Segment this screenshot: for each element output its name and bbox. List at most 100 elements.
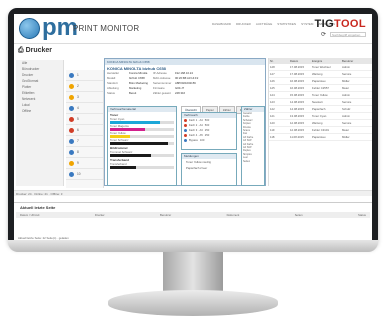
printer-list-item[interactable]: 1: [66, 70, 103, 81]
info-label: Modell: [107, 76, 116, 80]
history-header-cell[interactable]: Status: [358, 213, 366, 217]
history-header-cell[interactable]: Dokument: [227, 213, 240, 217]
info-label: Seriennummer: [153, 81, 172, 85]
info-value: 248.316: [175, 91, 186, 95]
search-input[interactable]: Suchbegriff eingeben: [330, 32, 366, 37]
nav-item[interactable]: DRUCKER: [236, 22, 251, 26]
info-value: Konica Minolta: [129, 71, 148, 75]
printer-list-item[interactable]: 2: [66, 81, 103, 92]
status-dot-icon: [69, 161, 74, 166]
info-value: Bereit: [129, 91, 137, 95]
status-dot-icon: [69, 106, 74, 111]
consumable-level-fill: [110, 166, 137, 169]
table-cell: Service: [342, 72, 352, 76]
table-cell: 13.08.2015: [290, 114, 304, 118]
table-row[interactable]: 122 14.08.2015 Papierfach Schulz: [269, 106, 372, 113]
table-cell: Toner Cyan: [312, 114, 327, 118]
table-row[interactable]: 128 17.08.2015 Toner Wechsel Admin: [269, 64, 372, 71]
status-dot-icon: [69, 73, 74, 78]
paper-tray-value: 500: [204, 119, 210, 122]
app-screen: pm PRINT MONITOR DASHBOARD DRUCKER AUFTRÄG…: [14, 14, 372, 242]
table-row[interactable]: 118 11.08.2015 Papierstau Müller: [269, 134, 372, 141]
info-label: Abteilung: [107, 86, 119, 90]
printer-list-item[interactable]: 7: [66, 136, 103, 147]
message-item: Papierfach 2 leer: [186, 166, 208, 170]
table-header-cell[interactable]: Benutzer: [341, 59, 372, 63]
table-cell: 14.08.2015: [290, 100, 304, 104]
table-cell: Admin: [342, 114, 350, 118]
table-header-cell[interactable]: Ereignis: [311, 59, 341, 63]
sidebar: Alle Bürodrucker Drucker Großformat Plotter E…: [16, 60, 64, 186]
page-title-text: Drucker: [25, 47, 53, 54]
tray-status-icon: [184, 134, 187, 137]
history-header-cell[interactable]: Datum / Uhrzeit: [20, 213, 39, 217]
event-table-body: 128 17.08.2015 Toner Wechsel Admin 127 17.08.…: [269, 64, 372, 141]
table-cell: Service: [342, 100, 352, 104]
table-row[interactable]: 126 16.08.2015 Papierstau Müller: [269, 78, 372, 85]
paper-tray-value: 250: [204, 129, 210, 132]
paper-trays-panel: Verbrauch Fach 1 · A4 500 Fach 2 · A4 500 Fa…: [181, 112, 237, 150]
table-row[interactable]: 124 15.08.2015 Toner Yellow Admin: [269, 92, 372, 99]
table-row[interactable]: 125 16.08.2015 Fehler C2557 Meier: [269, 85, 372, 92]
table-cell: 125: [270, 86, 275, 90]
counter-item: Seiten: [243, 159, 251, 163]
consumable-level-bar: [110, 142, 174, 145]
monitor-stand-neck: [163, 252, 223, 292]
info-value: Marketing: [129, 86, 142, 90]
table-cell: 123: [270, 100, 275, 104]
nav-item[interactable]: AUFTRÄGE: [256, 22, 272, 26]
table-row[interactable]: 127 17.08.2015 Wartung Service: [269, 71, 372, 78]
history-header-cell[interactable]: Seiten: [295, 213, 303, 217]
printer-list-item[interactable]: 10: [66, 169, 103, 180]
table-header-cell[interactable]: Nr.: [269, 59, 289, 63]
printer-list-item[interactable]: 3: [66, 92, 103, 103]
table-cell: Wartung: [312, 121, 323, 125]
nav-item[interactable]: DASHBOARD: [212, 22, 231, 26]
history-header-cell[interactable]: Drucker: [95, 213, 105, 217]
table-header-cell[interactable]: Datum: [289, 59, 311, 63]
consumable-level-fill: [110, 154, 151, 157]
table-row[interactable]: 121 13.08.2015 Toner Cyan Admin: [269, 113, 372, 120]
paper-tray-value: 250: [204, 134, 210, 137]
table-row[interactable]: 120 12.08.2015 Wartung Service: [269, 120, 372, 127]
sidebar-item[interactable]: Offline: [16, 108, 63, 114]
history-header-cell[interactable]: Benutzer: [160, 213, 171, 217]
printer-list-item[interactable]: 5: [66, 114, 103, 125]
refresh-icon[interactable]: ⟳: [321, 31, 326, 38]
info-value: bizhub C658: [129, 76, 145, 80]
table-cell: Papierstau: [312, 79, 326, 83]
nav-item[interactable]: STATISTIKEN: [277, 22, 296, 26]
status-dot-icon: [69, 117, 74, 122]
messages-panel: Meldungen Toner Yellow niedrig Papierfach…: [181, 153, 237, 186]
table-cell: 118: [270, 135, 275, 139]
printer-list-item[interactable]: 9: [66, 158, 103, 169]
table-cell: 17.08.2015: [290, 65, 304, 69]
printer-icon: ⎙: [18, 47, 24, 54]
table-cell: 126: [270, 79, 275, 83]
printer-list-item[interactable]: 4: [66, 103, 103, 114]
table-cell: Papierstau: [312, 135, 326, 139]
drum-list: Trommel Schwarz: [108, 150, 176, 157]
table-cell: 16.08.2015: [290, 79, 304, 83]
table-cell: Meier: [342, 86, 349, 90]
history-title: Aktuell letzte Seite: [20, 205, 56, 210]
nav-item[interactable]: SYSTEM: [301, 22, 313, 26]
info-label: IP-Adresse: [153, 71, 167, 75]
status-dot-icon: [69, 84, 74, 89]
table-cell: 14.08.2015: [290, 107, 304, 111]
consumable-level-fill: [110, 142, 168, 145]
printer-number: 1: [77, 73, 79, 77]
info-label: Firmware: [153, 86, 165, 90]
printer-number: 9: [77, 161, 79, 165]
info-label: Status: [107, 91, 115, 95]
printer-list-item[interactable]: 6: [66, 125, 103, 136]
tray-status-icon: [184, 124, 187, 127]
printer-list-item[interactable]: 8: [66, 147, 103, 158]
status-dot-icon: [69, 95, 74, 100]
table-row[interactable]: 123 14.08.2015 Neustart Service: [269, 99, 372, 106]
top-bar: pm PRINT MONITOR DASHBOARD DRUCKER AUFTRÄG…: [14, 14, 372, 44]
table-cell: 124: [270, 93, 275, 97]
tray-status-icon: [184, 129, 187, 132]
table-row[interactable]: 119 12.08.2015 Fehler C3101 Meier: [269, 127, 372, 134]
table-cell: Papierfach: [312, 107, 326, 111]
